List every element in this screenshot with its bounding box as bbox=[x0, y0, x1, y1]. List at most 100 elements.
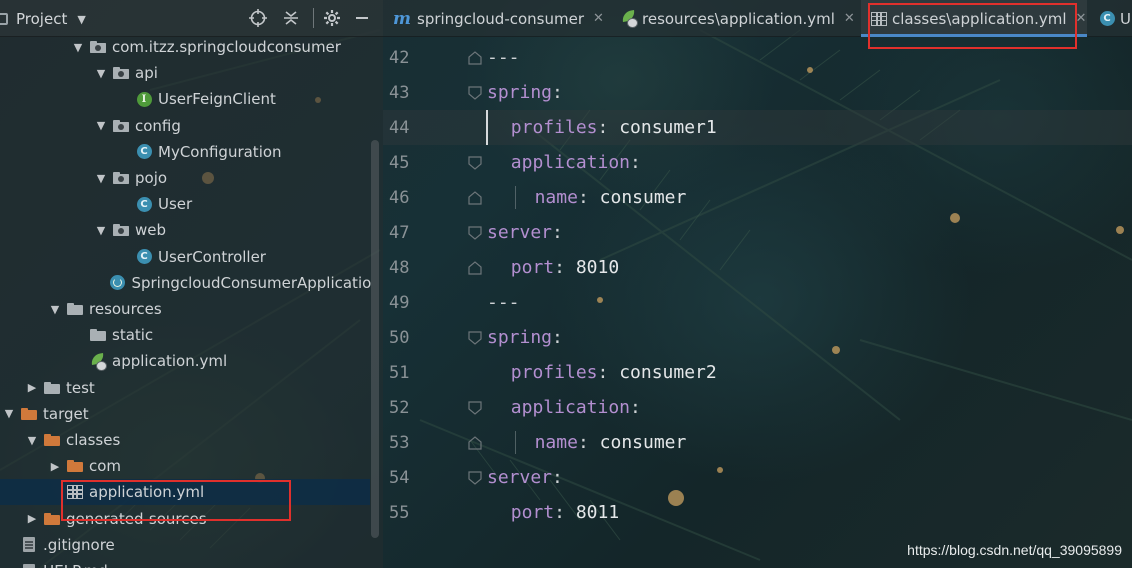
tree-item-label: target bbox=[43, 404, 89, 423]
tree-item[interactable]: ▼ resources bbox=[0, 296, 370, 322]
indent-guide bbox=[514, 186, 516, 209]
indent-guide bbox=[514, 431, 516, 454]
tab-icon-wrap: C bbox=[1099, 11, 1115, 27]
tree-item[interactable]: ▶application.yml bbox=[0, 348, 370, 374]
code-line[interactable]: 55 port: 8011 bbox=[383, 495, 1132, 530]
fold-marker-icon[interactable] bbox=[468, 190, 482, 205]
code-line[interactable]: 52 application: bbox=[383, 390, 1132, 425]
close-icon[interactable]: ✕ bbox=[593, 11, 604, 26]
fold-marker-icon[interactable] bbox=[468, 85, 482, 100]
tree-item[interactable]: ▶CUserController bbox=[0, 244, 370, 270]
package-icon bbox=[113, 119, 129, 132]
chevron-down-icon[interactable]: ▼ bbox=[49, 303, 61, 316]
yaml-table-icon bbox=[871, 11, 887, 26]
tree-item-label: application.yml bbox=[112, 352, 228, 371]
class-icon: C bbox=[1099, 11, 1115, 26]
project-tree-scrollbar[interactable] bbox=[371, 140, 379, 538]
yaml-key: --- bbox=[487, 292, 520, 313]
yaml-value: consumer1 bbox=[619, 117, 717, 138]
tree-item-label: api bbox=[135, 64, 158, 83]
tree-item[interactable]: ▶HELP.md bbox=[0, 558, 370, 568]
yaml-key: application bbox=[510, 397, 631, 418]
tree-item[interactable]: ▶CMyConfiguration bbox=[0, 139, 370, 165]
chevron-down-icon[interactable]: ▼ bbox=[95, 172, 107, 185]
tree-item-label: generated-sources bbox=[66, 509, 207, 528]
project-view-selector[interactable]: Project ▼ bbox=[0, 8, 86, 30]
tree-item[interactable]: ▼ target bbox=[0, 401, 370, 427]
line-number: 51 bbox=[389, 362, 410, 383]
class-icon: C bbox=[136, 249, 152, 265]
line-number: 49 bbox=[389, 292, 410, 313]
tree-item[interactable]: ▼ classes bbox=[0, 427, 370, 453]
fold-marker-icon[interactable] bbox=[468, 260, 482, 275]
tree-item[interactable]: ▼ api bbox=[0, 60, 370, 86]
code-line[interactable]: 48 port: 8010 bbox=[383, 250, 1132, 285]
tree-item[interactable]: ▼ web bbox=[0, 217, 370, 243]
fold-marker-icon[interactable] bbox=[468, 435, 482, 450]
chevron-down-icon[interactable]: ▼ bbox=[3, 407, 15, 420]
tree-item[interactable]: ▶ generated-sources bbox=[0, 506, 370, 532]
code-line[interactable]: 53 name: consumer bbox=[383, 425, 1132, 460]
chevron-down-icon[interactable]: ▼ bbox=[95, 119, 107, 132]
fold-marker-icon[interactable] bbox=[468, 400, 482, 415]
tree-item-icon-wrap bbox=[44, 380, 60, 396]
chevron-down-icon[interactable]: ▼ bbox=[95, 67, 107, 80]
chevron-down-icon[interactable]: ▼ bbox=[72, 41, 84, 54]
code-line[interactable]: 42 --- bbox=[383, 40, 1132, 75]
locate-icon[interactable] bbox=[248, 8, 268, 28]
tree-item-icon-wrap bbox=[21, 563, 37, 568]
folder-icon bbox=[90, 329, 106, 342]
fold-marker-icon[interactable] bbox=[468, 470, 482, 485]
tree-item[interactable]: ▶static bbox=[0, 322, 370, 348]
code-line[interactable]: 44 profiles: consumer1 bbox=[383, 110, 1132, 145]
tree-item[interactable]: ▶ test bbox=[0, 375, 370, 401]
yaml-value: consumer bbox=[599, 432, 687, 453]
code-line[interactable]: 47 server: bbox=[383, 215, 1132, 250]
tree-item[interactable]: ▼ config bbox=[0, 113, 370, 139]
tree-item[interactable]: ▶SpringcloudConsumerApplicatio bbox=[0, 270, 371, 296]
code-line[interactable]: 43 spring: bbox=[383, 75, 1132, 110]
tree-item[interactable]: ▼ com.itzz.springcloudconsumer bbox=[0, 34, 370, 60]
code-line[interactable]: 49 --- bbox=[383, 285, 1132, 320]
chevron-right-icon[interactable]: ▶ bbox=[26, 512, 38, 525]
hide-panel-icon[interactable] bbox=[352, 8, 372, 28]
tree-item[interactable]: ▶application.yml bbox=[0, 479, 370, 506]
tree-item[interactable]: ▶.gitignore bbox=[0, 532, 370, 558]
chevron-down-icon[interactable]: ▼ bbox=[26, 434, 38, 447]
tree-item-icon-wrap bbox=[113, 65, 129, 81]
orange-folder-icon bbox=[44, 512, 60, 525]
chevron-right-icon[interactable]: ▶ bbox=[26, 381, 38, 394]
collapse-all-icon[interactable] bbox=[281, 8, 301, 28]
fold-marker-icon[interactable] bbox=[468, 155, 482, 170]
tab-icon-wrap bbox=[621, 11, 638, 28]
fold-marker-icon[interactable] bbox=[468, 330, 482, 345]
editor-tab[interactable]: CU bbox=[1089, 0, 1132, 37]
fold-marker-icon[interactable] bbox=[468, 50, 482, 65]
line-number: 55 bbox=[389, 502, 410, 523]
editor-tab-bar: m springcloud-consumer ✕ resources\applicat… bbox=[383, 0, 1132, 37]
code-line[interactable]: 54 server: bbox=[383, 460, 1132, 495]
chevron-right-icon[interactable]: ▶ bbox=[49, 460, 61, 473]
tree-item[interactable]: ▶CUser bbox=[0, 191, 370, 217]
tree-item-icon-wrap bbox=[67, 301, 83, 317]
code-line[interactable]: 51 profiles: consumer2 bbox=[383, 355, 1132, 390]
tree-item[interactable]: ▶IUserFeignClient bbox=[0, 86, 370, 112]
chevron-down-icon[interactable]: ▼ bbox=[95, 224, 107, 237]
tree-item[interactable]: ▶ com bbox=[0, 453, 370, 479]
fold-marker-icon[interactable] bbox=[468, 225, 482, 240]
tree-item[interactable]: ▼ pojo bbox=[0, 165, 370, 191]
editor-tab[interactable]: resources\application.yml ✕ bbox=[611, 0, 859, 37]
line-number: 44 bbox=[389, 117, 410, 138]
editor-tab[interactable]: m springcloud-consumer ✕ bbox=[383, 0, 609, 37]
code-line[interactable]: 50 spring: bbox=[383, 320, 1132, 355]
close-icon[interactable]: ✕ bbox=[844, 11, 855, 26]
tree-item-icon-wrap: C bbox=[136, 196, 152, 212]
editor-tab[interactable]: classes\application.yml ✕ bbox=[861, 0, 1087, 37]
tree-item-icon-wrap: C bbox=[136, 144, 152, 160]
gear-icon[interactable] bbox=[322, 8, 342, 28]
yaml-key: port bbox=[510, 502, 555, 523]
close-icon[interactable]: ✕ bbox=[1076, 11, 1087, 26]
code-line[interactable]: 46 name: consumer bbox=[383, 180, 1132, 215]
code-line[interactable]: 45 application: bbox=[383, 145, 1132, 180]
line-number: 45 bbox=[389, 152, 410, 173]
